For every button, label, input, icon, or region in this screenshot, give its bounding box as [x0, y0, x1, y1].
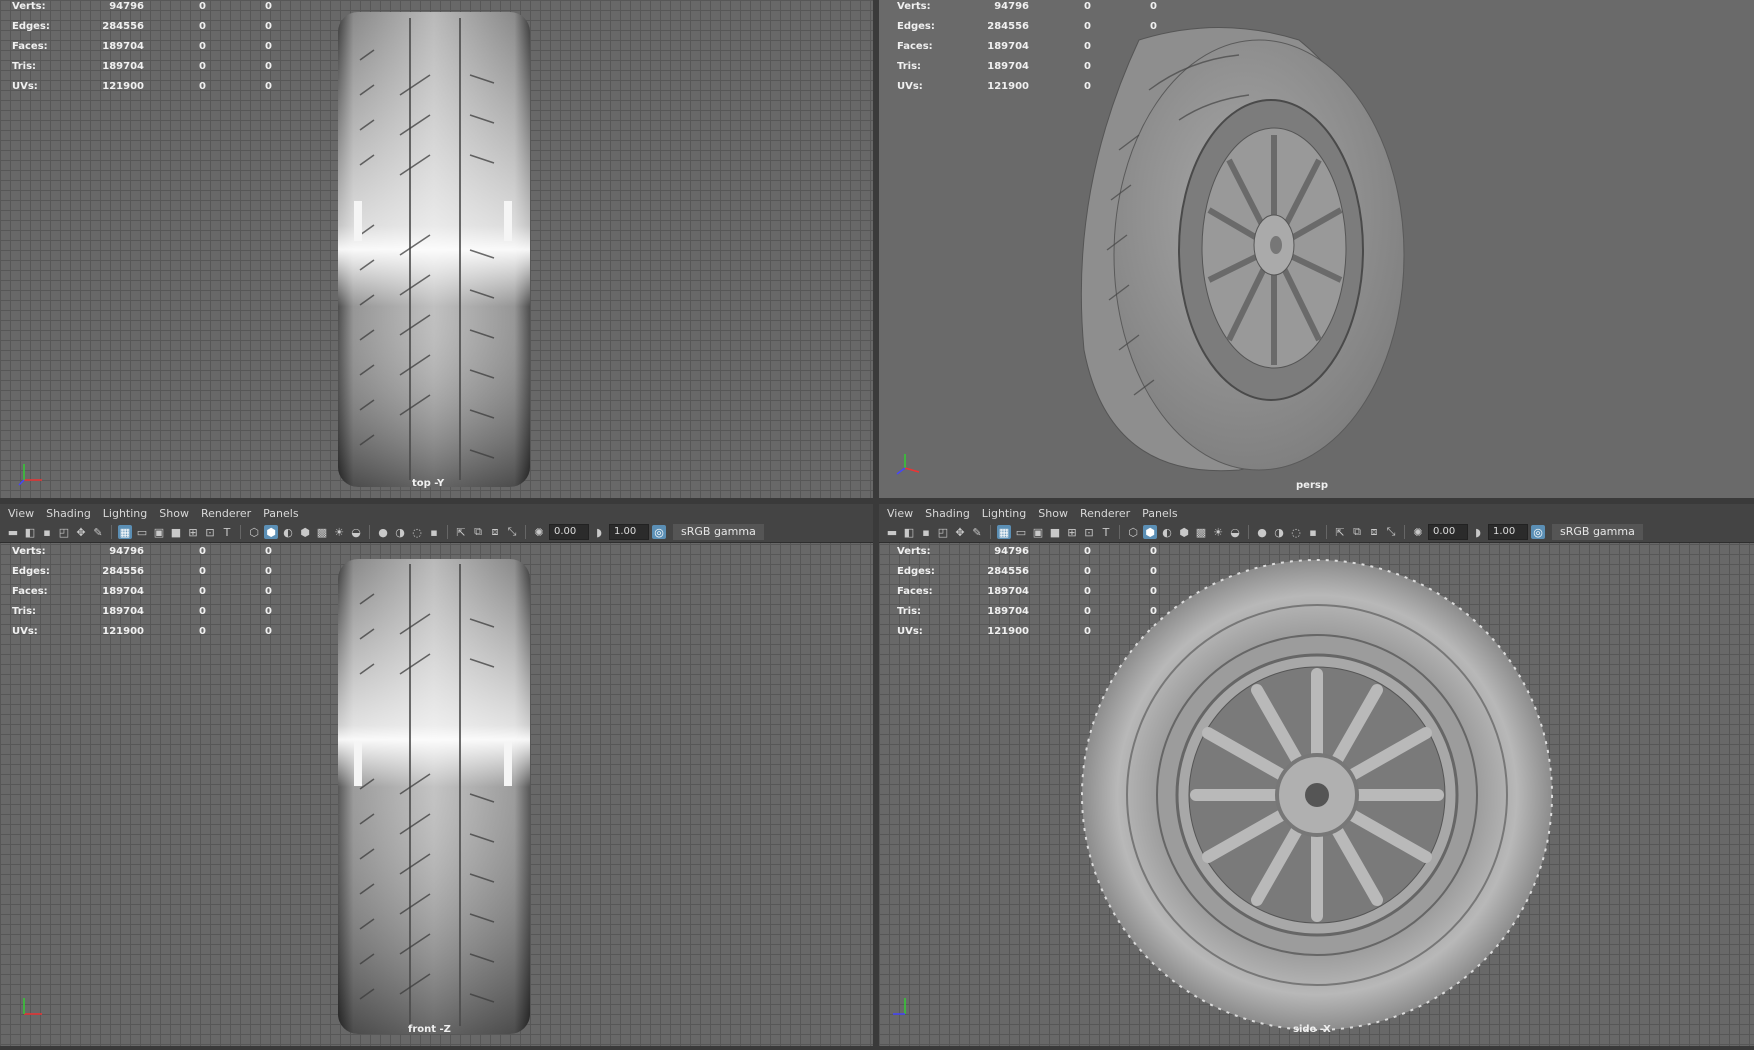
camera-label: persp [1296, 480, 1328, 491]
axis-gizmo-icon [18, 464, 42, 486]
tire-persp-model[interactable] [879, 0, 1754, 498]
camera-label: top -Y [412, 478, 445, 489]
viewport-top[interactable]: Verts: 94796 0 0 Edges: 284556 0 0 Faces: 18970… [0, 0, 873, 498]
tire-front-model[interactable] [0, 504, 873, 1046]
axis-gizmo-icon [893, 998, 906, 1015]
tire-tread-model[interactable] [0, 0, 873, 498]
camera-label: front -Z [408, 1024, 451, 1035]
tire-side-model[interactable] [879, 504, 1754, 1046]
viewport-persp[interactable]: Verts: 94796 0 0 Edges: 284556 0 0 Faces: 18970… [879, 0, 1754, 498]
axis-gizmo-icon [23, 998, 42, 1015]
viewport-front[interactable]: View Shading Lighting Show Renderer Pane… [0, 504, 873, 1046]
viewport-side[interactable]: View Shading Lighting Show Renderer Pane… [879, 504, 1754, 1046]
axis-gizmo-icon [896, 454, 920, 475]
camera-label: side -X [1293, 1024, 1331, 1035]
